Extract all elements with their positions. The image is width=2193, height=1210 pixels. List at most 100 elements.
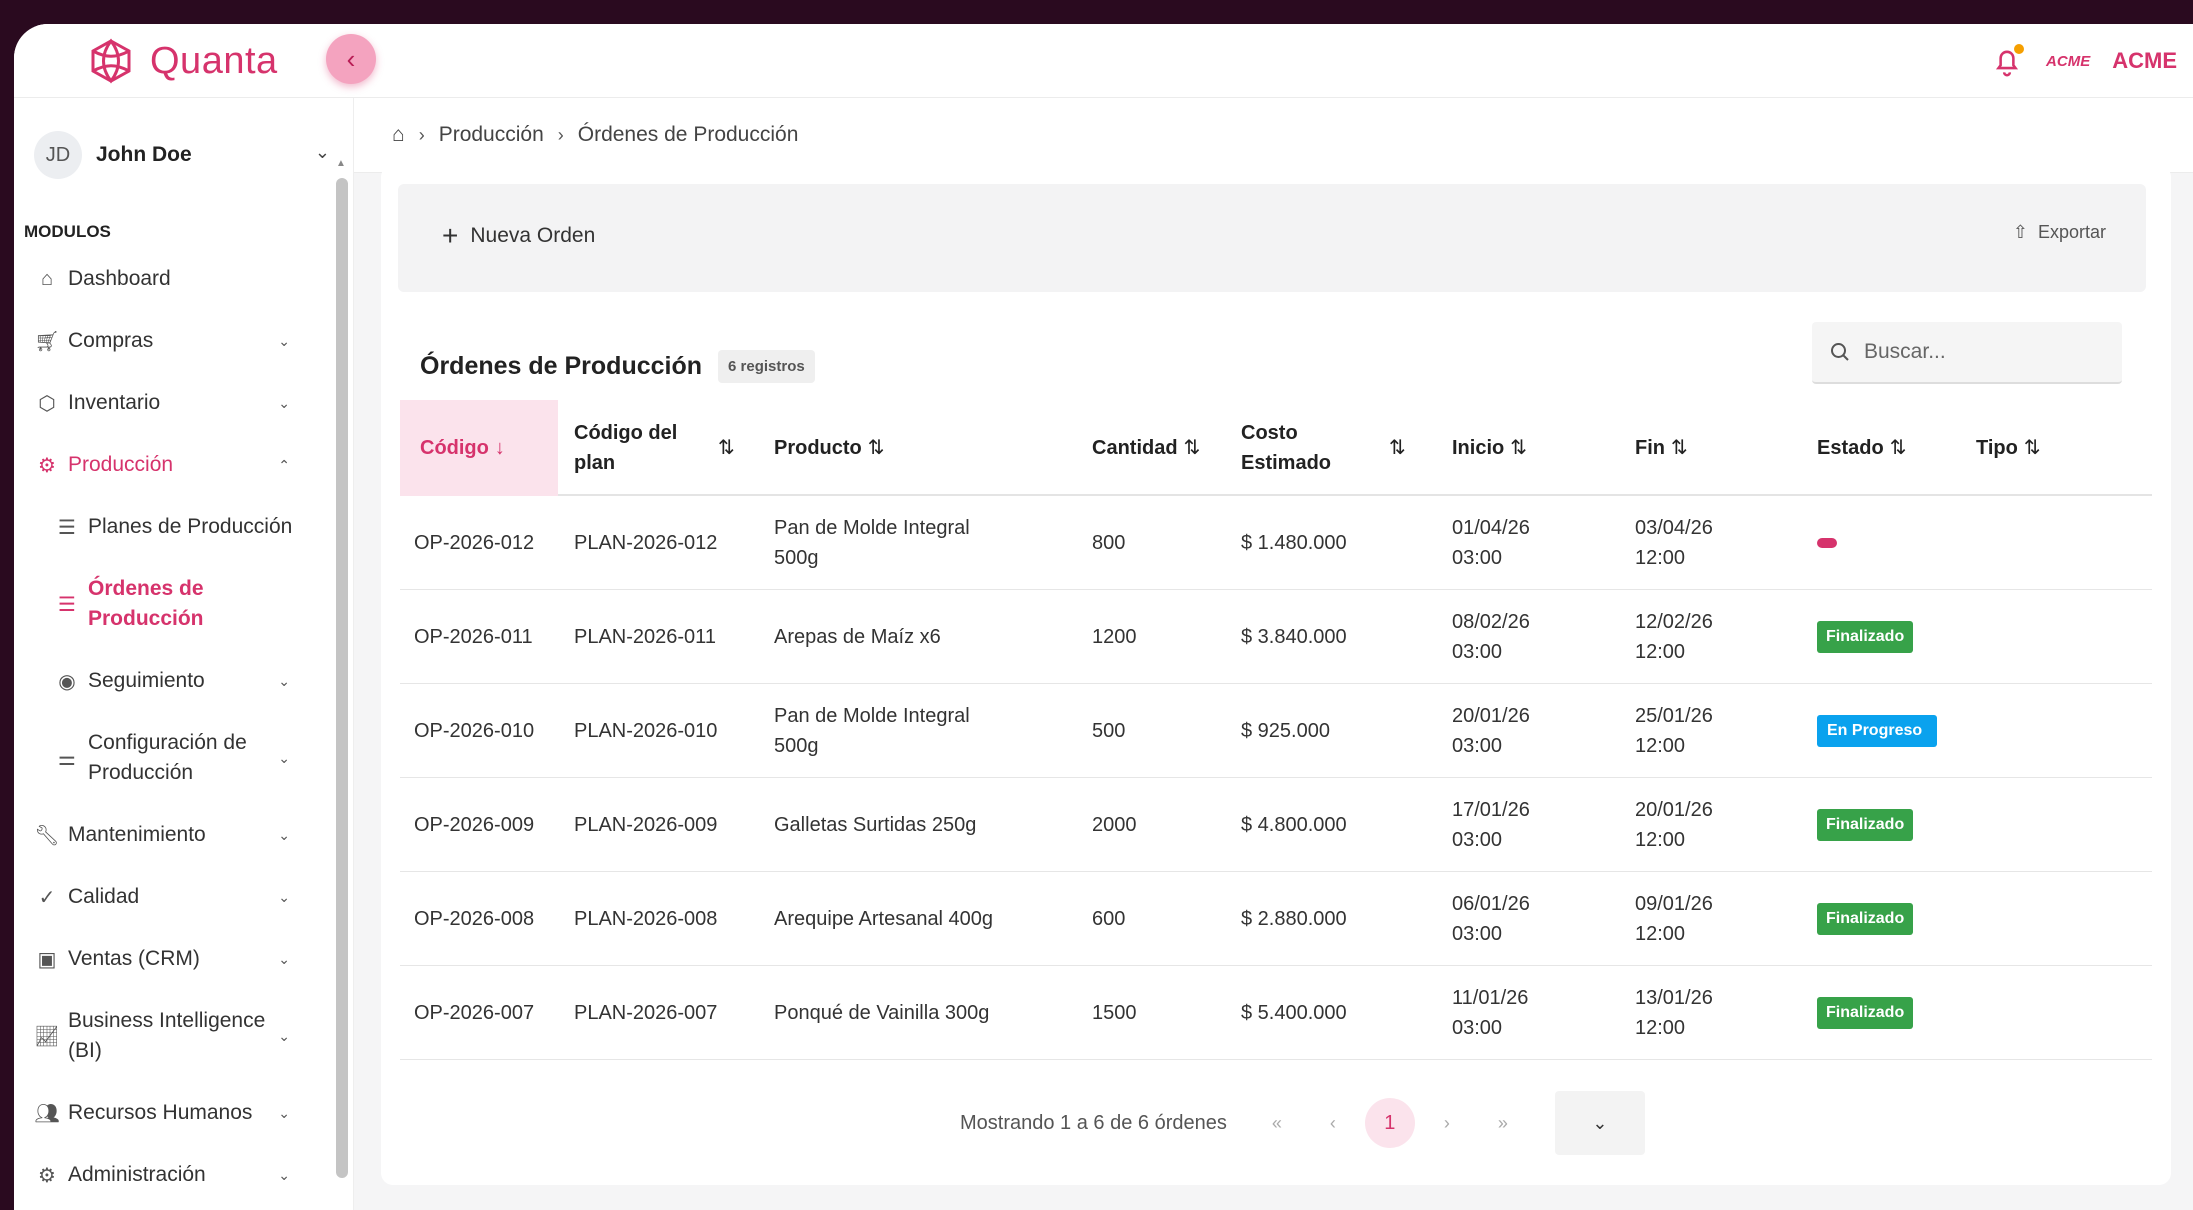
sidebar-item-label: Mantenimiento: [68, 823, 206, 846]
gear-icon: ⚙: [38, 454, 56, 477]
chevron-left-icon: ‹: [346, 43, 356, 74]
list-icon: ☰: [58, 516, 76, 539]
cell-fin: 09/01/26 12:00: [1635, 893, 1713, 945]
chevron-down-icon: ⌄: [278, 888, 290, 905]
top-bar: Quanta ‹ ACME ACME: [14, 24, 2193, 98]
sidebar-item-ordenes[interactable]: ☰ Órdenes de Producción: [14, 558, 314, 650]
sidebar-item-bi[interactable]: 📈︎ Business Intelligence (BI) ⌄: [14, 990, 314, 1082]
col-header-estado[interactable]: Estado ⇅: [1817, 400, 1906, 496]
page-button-current[interactable]: 1: [1364, 1098, 1415, 1148]
table-row[interactable]: OP-2026-010 PLAN-2026-010 Pan de Molde Int…: [400, 684, 2152, 778]
col-header-plan[interactable]: Código del plan ⇅: [574, 400, 744, 496]
search-input[interactable]: [1864, 340, 2094, 364]
scroll-up-icon[interactable]: ▲: [336, 158, 346, 169]
col-header-cantidad[interactable]: Cantidad ⇅: [1092, 400, 1200, 496]
export-label: Exportar: [2037, 222, 2106, 242]
col-header-tipo[interactable]: Tipo ⇅: [1976, 400, 2041, 496]
cell-fin: 20/01/26 12:00: [1635, 799, 1713, 851]
cart-icon: 🛒︎: [34, 330, 60, 353]
last-page-button[interactable]: »: [1475, 1113, 1531, 1134]
breadcrumb-item-current: Órdenes de Producción: [577, 123, 799, 146]
chevron-down-icon: ⌄: [278, 1104, 290, 1121]
col-label: Estado: [1817, 437, 1884, 459]
cell-inicio: 11/01/26 03:00: [1452, 987, 1529, 1039]
cell-plan: PLAN-2026-009: [574, 814, 718, 836]
sidebar-item-administracion[interactable]: ⚙ Administración ⌄: [14, 1144, 314, 1206]
cell-codigo: OP-2026-009: [414, 814, 535, 836]
sidebar-item-label: Planes de Producción: [88, 515, 293, 538]
sidebar-item-seguimiento[interactable]: ◉ Seguimiento ⌄: [14, 650, 314, 712]
prev-page-button[interactable]: ‹: [1305, 1113, 1361, 1134]
col-header-inicio[interactable]: Inicio ⇅: [1452, 400, 1527, 496]
chevron-down-icon: ⌄: [278, 332, 290, 349]
cell-producto: Pan de Molde Integral 500g: [774, 517, 970, 569]
sidebar-item-label: Business Intelligence (BI): [68, 1009, 266, 1062]
cell-fin: 13/01/26 12:00: [1635, 987, 1713, 1039]
sidebar-item-calidad[interactable]: ✓ Calidad ⌄: [14, 866, 314, 928]
pagination: Mostrando 1 a 6 de 6 órdenes « ‹ 1 › » ⌄: [960, 1090, 1645, 1156]
sidebar-item-label: Órdenes de Producción: [88, 577, 204, 630]
table-row[interactable]: OP-2026-007 PLAN-2026-007 Ponqué de Vainil…: [400, 966, 2152, 1060]
sidebar-item-inventario[interactable]: ⬡ Inventario ⌄: [14, 372, 314, 434]
cell-inicio: 17/01/26 03:00: [1452, 799, 1530, 851]
col-header-costo[interactable]: Costo Estimado ⇅: [1241, 400, 1411, 496]
cell-producto: Arequipe Artesanal 400g: [774, 908, 994, 930]
first-page-button[interactable]: «: [1249, 1113, 1305, 1134]
col-header-fin[interactable]: Fin ⇅: [1635, 400, 1688, 496]
company-logo: ACME: [2046, 52, 2091, 70]
sidebar-item-label: Recursos Humanos: [68, 1101, 253, 1124]
sidebar-item-planes[interactable]: ☰ Planes de Producción: [14, 496, 314, 558]
sidebar-item-configuracion[interactable]: ⚌ Configuración de Producción ⌄: [14, 712, 314, 804]
notifications-button[interactable]: [1990, 44, 2025, 78]
box-icon: ⬡: [38, 392, 56, 415]
export-button[interactable]: ⇧ Exportar: [2013, 222, 2106, 243]
sidebar-item-rrhh[interactable]: 👥︎ Recursos Humanos ⌄: [14, 1082, 314, 1144]
table-title: Órdenes de Producción: [420, 352, 703, 380]
home-icon[interactable]: ⌂: [392, 123, 405, 147]
table-row[interactable]: OP-2026-009 PLAN-2026-009 Galletas Surtida…: [400, 778, 2152, 872]
rows-per-page-select[interactable]: ⌄: [1554, 1091, 1645, 1155]
sidebar-item-label: Configuración de Producción: [88, 731, 247, 784]
status-badge: Finalizado: [1817, 621, 1914, 653]
brand-logo[interactable]: Quanta: [86, 34, 278, 88]
sidebar-item-ventas[interactable]: ▣ Ventas (CRM) ⌄: [14, 928, 314, 990]
brand-name: Quanta: [150, 39, 278, 82]
new-order-label: Nueva Orden: [470, 224, 596, 247]
col-label: Producto: [774, 437, 862, 459]
scrollbar-thumb[interactable]: [336, 178, 348, 1178]
company-name[interactable]: ACME: [2112, 48, 2177, 74]
sidebar-scrollbar[interactable]: ▲: [336, 158, 348, 1208]
table-row[interactable]: OP-2026-011 PLAN-2026-011 Arepas de Maíz x…: [400, 590, 2152, 684]
status-badge: Finalizado: [1817, 809, 1914, 841]
cell-estado: Finalizado: [1817, 872, 1914, 966]
table-row[interactable]: OP-2026-012 PLAN-2026-012 Pan de Molde Int…: [400, 496, 2152, 590]
user-menu[interactable]: JD John Doe ⌄: [34, 130, 334, 180]
breadcrumb-item[interactable]: Producción: [439, 123, 544, 147]
sidebar-item-compras[interactable]: 🛒︎ Compras ⌄: [14, 310, 314, 372]
chevron-down-icon: ⌄: [278, 826, 290, 843]
cell-inicio: 20/01/26 03:00: [1452, 705, 1530, 757]
sidebar-item-dashboard[interactable]: ⌂ Dashboard: [14, 248, 314, 310]
col-header-codigo[interactable]: Código ↓: [400, 400, 558, 496]
sidebar-item-produccion[interactable]: ⚙ Producción ⌃: [14, 434, 314, 496]
sort-icon: ⇅: [1510, 437, 1527, 459]
sidebar-item-label: Inventario: [68, 391, 161, 414]
sidebar: JD John Doe ⌄ MODULOS ⌂ Dashboard 🛒︎ Com…: [14, 98, 354, 1210]
cell-cantidad: 800: [1092, 532, 1126, 554]
search-box: [1812, 322, 2122, 384]
cell-cantidad: 1500: [1092, 1002, 1137, 1024]
table-row[interactable]: OP-2026-008 PLAN-2026-008 Arequipe Artesan…: [400, 872, 2152, 966]
collapse-sidebar-button[interactable]: ‹: [326, 34, 376, 84]
id-card-icon: ▣: [37, 948, 57, 971]
sort-icon: ⇅: [2023, 437, 2041, 459]
sidebar-item-mantenimiento[interactable]: 🔧︎ Mantenimiento ⌄: [14, 804, 314, 866]
cell-codigo: OP-2026-012: [414, 532, 535, 554]
col-header-producto[interactable]: Producto ⇅: [774, 400, 885, 496]
chevron-down-icon: ⌄: [314, 142, 330, 162]
modules-section-label: MODULOS: [24, 222, 111, 241]
sort-icon: ⇅: [867, 437, 885, 459]
new-order-button[interactable]: + Nueva Orden: [442, 220, 595, 252]
chart-icon: 📈︎: [34, 1025, 60, 1048]
cell-cantidad: 500: [1092, 720, 1126, 742]
next-page-button[interactable]: ›: [1419, 1113, 1475, 1134]
